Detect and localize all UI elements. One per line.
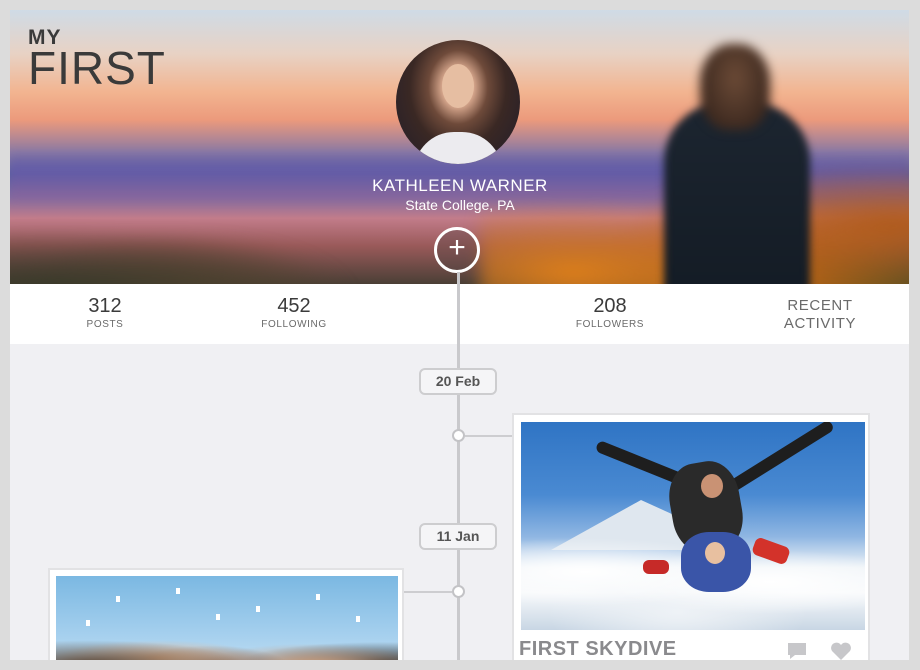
photo-crowd	[56, 616, 398, 660]
avatar[interactable]	[396, 40, 520, 164]
timeline-line	[457, 272, 460, 660]
profile-name: KATHLEEN WARNER	[372, 176, 548, 195]
stat-followers-label: FOLLOWERS	[575, 319, 645, 330]
app-logo[interactable]: MY FIRST	[28, 27, 166, 94]
recent-activity-line1: RECENT	[787, 297, 853, 314]
photo-confetti	[316, 594, 320, 600]
post-card[interactable]	[48, 568, 404, 660]
avatar-shirt	[414, 132, 502, 164]
photo-confetti	[356, 616, 360, 622]
photo-red-glove	[643, 560, 669, 574]
stat-following-label: FOLLOWING	[261, 319, 327, 330]
post-card[interactable]: FIRST SKYDIVE	[512, 413, 870, 660]
stat-posts-value: 312	[88, 295, 122, 317]
cover-trees	[10, 210, 410, 284]
profile-cover: MY FIRST KATHLEEN WARNER State College, …	[10, 10, 909, 284]
timeline-node	[452, 585, 465, 598]
photo-confetti	[86, 620, 90, 626]
recent-activity-line2: ACTIVITY	[783, 315, 857, 332]
comment-icon[interactable]	[786, 641, 808, 660]
stat-following[interactable]: 452 FOLLOWING	[254, 294, 334, 330]
logo-first: FIRST	[28, 42, 166, 94]
avatar-face	[442, 64, 474, 108]
photo-confetti	[176, 588, 180, 594]
timeline-node	[452, 429, 465, 442]
stat-followers-value: 208	[593, 295, 627, 317]
post-photo[interactable]	[521, 422, 865, 630]
photo-confetti	[256, 606, 260, 612]
plus-icon: +	[448, 231, 466, 264]
photo-face	[705, 542, 725, 564]
cover-person-head	[700, 44, 770, 130]
post-photo[interactable]	[56, 576, 398, 660]
profile-location: State College, PA	[405, 197, 515, 213]
stat-followers[interactable]: 208 FOLLOWERS	[570, 294, 650, 330]
photo-confetti	[116, 596, 120, 602]
photo-face	[701, 474, 723, 498]
photo-arm	[726, 422, 836, 493]
timeline-connector	[465, 435, 513, 437]
stat-posts-label: POSTS	[86, 319, 124, 330]
app-frame: MY FIRST KATHLEEN WARNER State College, …	[10, 10, 909, 660]
post-title: FIRST SKYDIVE	[519, 638, 677, 660]
stat-posts[interactable]: 312 POSTS	[70, 294, 140, 330]
add-post-button[interactable]: +	[434, 227, 480, 273]
stat-following-value: 452	[277, 295, 311, 317]
timeline-date: 20 Feb	[419, 368, 497, 395]
timeline-date: 11 Jan	[419, 523, 497, 550]
heart-icon[interactable]	[830, 641, 852, 660]
photo-confetti	[216, 614, 220, 620]
recent-activity-link[interactable]: RECENT ACTIVITY	[770, 297, 870, 333]
timeline-connector	[402, 591, 452, 593]
